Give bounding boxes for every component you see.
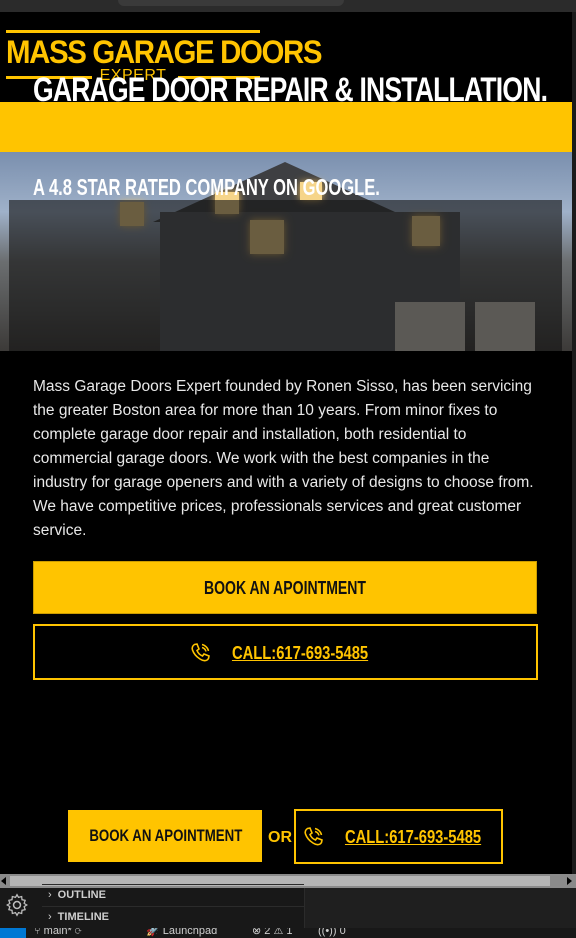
scroll-right-icon[interactable] <box>567 877 572 885</box>
ports-count: 0 <box>339 928 346 937</box>
branch-name: main* <box>43 928 72 937</box>
chevron-right-icon: › <box>48 911 52 923</box>
gear-icon[interactable] <box>4 892 30 918</box>
logo-title: MASS GARAGE DOORS <box>6 34 323 70</box>
sticky-call-label: CALL:617-693-5485 <box>344 826 481 847</box>
branch-status[interactable]: ⑂ main* ⟳ <box>34 928 81 937</box>
hero-rating: A 4.8 STAR RATED COMPANY ON GOOGLE. <box>33 174 380 200</box>
editor-right-panel <box>304 888 576 928</box>
logo-top-rule <box>6 30 260 33</box>
timeline-label: TIMELINE <box>57 911 110 923</box>
sticky-call-button[interactable]: CALL:617-693-5485 <box>294 809 503 864</box>
company-description: Mass Garage Doors Expert founded by Rone… <box>33 378 534 539</box>
sticky-book-appointment-label: BOOK AN APOINTMENT <box>89 826 243 845</box>
launchpad-status[interactable]: 🚀 Launchpad <box>146 928 218 937</box>
sticky-book-appointment-button[interactable]: BOOK AN APOINTMENT <box>68 810 262 862</box>
book-appointment-button[interactable]: BOOK AN APOINTMENT <box>33 561 537 614</box>
launchpad-label: Launchpad <box>162 928 218 937</box>
hero-overlay <box>9 200 562 351</box>
warning-count: 1 <box>286 928 293 937</box>
browser-top-bar <box>0 0 576 12</box>
chevron-right-icon: › <box>48 889 52 901</box>
hero-subtitle: GREATER BOSTON, MASSACHUSETTS TOP RATED … <box>33 120 555 147</box>
ports-status[interactable]: ((•)) 0 <box>318 928 346 937</box>
error-count: 2 <box>264 928 271 937</box>
phone-icon <box>191 643 211 662</box>
book-appointment-label: BOOK AN APOINTMENT <box>204 578 366 598</box>
vertical-scrollbar[interactable] <box>572 12 576 874</box>
or-separator: OR <box>268 829 292 846</box>
status-bar: ⑂ main* ⟳ 🚀 Launchpad ⊗ 2 ⚠ 1 ((•)) 0 <box>0 928 576 938</box>
address-pill <box>118 0 344 6</box>
outline-label: OUTLINE <box>57 889 106 901</box>
call-button[interactable]: CALL:617-693-5485 <box>33 624 538 680</box>
phone-icon <box>304 827 324 846</box>
sticky-cta-row: BOOK AN APOINTMENT OR CALL:617-693-5485 <box>0 808 572 866</box>
scroll-left-icon[interactable] <box>1 877 6 885</box>
remote-indicator[interactable] <box>0 928 26 938</box>
timeline-section[interactable]: › TIMELINE <box>42 906 304 927</box>
call-label: CALL:617-693-5485 <box>231 642 368 663</box>
outline-section[interactable]: › OUTLINE <box>42 884 304 905</box>
problems-status[interactable]: ⊗ 2 ⚠ 1 <box>252 928 293 937</box>
hero-title: GARAGE DOOR REPAIR & INSTALLATION. <box>33 71 548 109</box>
